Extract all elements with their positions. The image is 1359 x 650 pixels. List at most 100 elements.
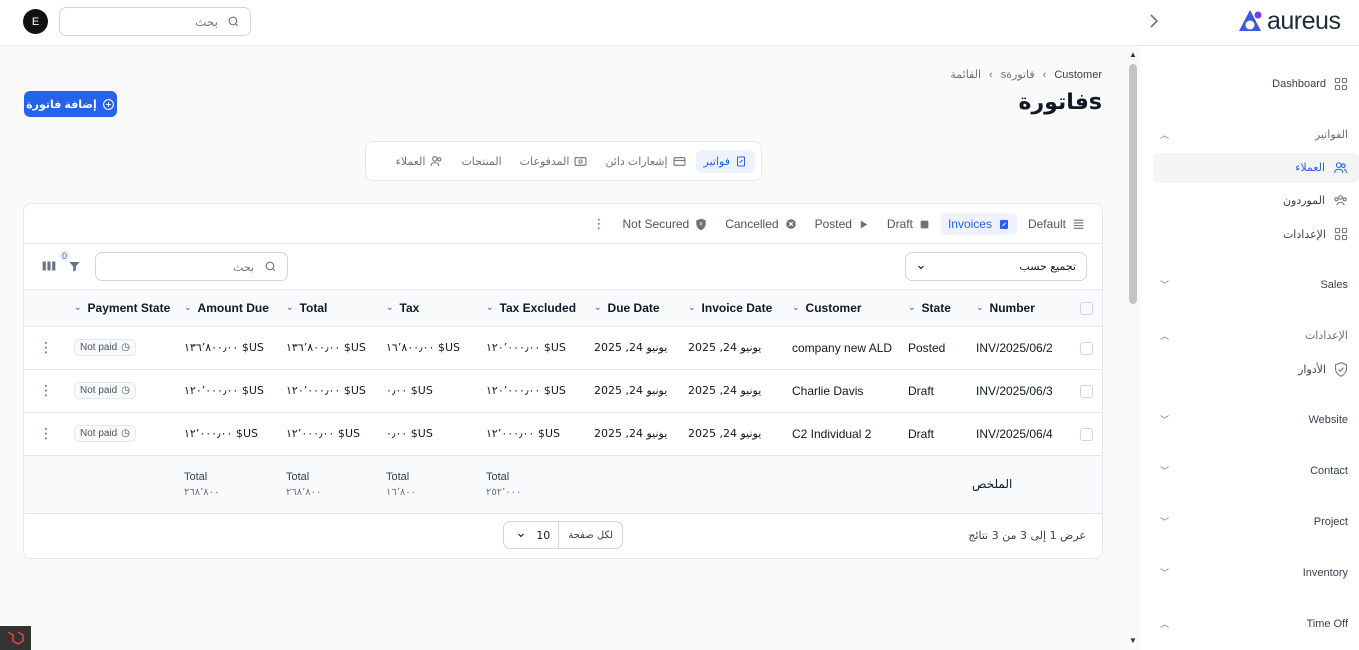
shield-check-icon <box>1335 362 1347 377</box>
tab-invoices[interactable]: فواتير <box>695 149 755 173</box>
sidebar-section-inventory[interactable]: ﹀ Inventory <box>1160 566 1348 579</box>
main-scrollbar[interactable]: ▲ ▼ <box>1126 46 1140 650</box>
chevron-down-icon: ⌄ <box>908 302 916 313</box>
select-all-checkbox[interactable] <box>1079 301 1093 315</box>
row-actions-icon[interactable]: ⋮ <box>39 339 53 355</box>
col-amount-due[interactable]: Amount Due ⌄ <box>178 290 280 327</box>
summary-total-label: Total <box>386 470 410 483</box>
view-tab-default[interactable]: Default <box>1021 213 1092 235</box>
per-page-select[interactable]: لكل صفحة 10 <box>503 521 623 549</box>
more-views-icon[interactable]: ⋮ <box>592 216 605 232</box>
debug-toolbar-icon[interactable] <box>0 626 31 650</box>
sidebar-item-roles[interactable]: الأدوار <box>1298 362 1348 377</box>
row-checkbox[interactable] <box>1079 384 1093 398</box>
sidebar-item-dashboard[interactable]: Dashboard <box>1272 77 1348 91</box>
summary-total-label: Total <box>184 470 208 483</box>
col-number[interactable]: Number ⌄ <box>970 290 1068 327</box>
summary-tax: Total ١٦٬٨٠٠ <box>380 455 480 514</box>
col-total[interactable]: Total ⌄ <box>280 290 380 327</box>
scroll-up-icon[interactable]: ▲ <box>1129 50 1137 59</box>
chevron-up-icon: ︿ <box>1160 130 1170 140</box>
table-row[interactable]: INV/2025/06/4 Draft C2 Individual 2 يوني… <box>24 412 1102 456</box>
row-actions-icon[interactable]: ⋮ <box>39 382 53 398</box>
col-state[interactable]: State ⌄ <box>902 290 970 327</box>
group-by-select[interactable]: تجميع حسب <box>905 252 1087 281</box>
row-checkbox[interactable] <box>1079 427 1093 441</box>
row-checkbox[interactable] <box>1079 341 1093 355</box>
invoice-icon <box>999 219 1008 229</box>
col-customer[interactable]: Customer ⌄ <box>786 290 902 327</box>
main-content: Customer › فاتورةs › القائمة فاتورةs إضا… <box>0 46 1126 650</box>
sidebar-item-vendors[interactable]: الموردون <box>1283 194 1348 207</box>
user-avatar[interactable]: E <box>23 9 48 34</box>
global-search[interactable] <box>59 7 251 36</box>
sidebar: Dashboard ︿ الفواتير العملاء الموردون ال… <box>1140 46 1359 650</box>
breadcrumb-item-invoices[interactable]: فاتورةs <box>1001 68 1035 81</box>
view-tab-posted[interactable]: Posted <box>808 213 876 235</box>
plus-circle-icon <box>102 98 114 110</box>
breadcrumb-item-customer[interactable]: Customer <box>1054 69 1102 81</box>
filter-icon[interactable] <box>68 260 81 273</box>
users-group-icon <box>1334 195 1347 206</box>
col-tax[interactable]: Tax ⌄ <box>380 290 480 327</box>
table-search[interactable] <box>95 252 288 281</box>
col-invoice-date[interactable]: Invoice Date ⌄ <box>682 290 786 327</box>
global-search-input[interactable] <box>68 13 218 31</box>
section-label: Inventory <box>1302 566 1348 579</box>
sidebar-section-invoices[interactable]: ︿ الفواتير <box>1160 128 1348 141</box>
chevron-down-icon: ⌄ <box>792 302 800 313</box>
sidebar-item-label: Dashboard <box>1272 78 1326 90</box>
table-row[interactable]: INV/2025/06/2 Posted company new ALD يون… <box>24 326 1102 370</box>
sidebar-section-time-off[interactable]: ︿ Time Off <box>1160 617 1348 630</box>
credit-card-icon <box>673 156 686 166</box>
sidebar-section-project[interactable]: ﹀ Project <box>1160 515 1348 528</box>
table-row[interactable]: INV/2025/06/3 Draft Charlie Davis يونيو … <box>24 369 1102 413</box>
scroll-thumb[interactable] <box>1129 64 1137 304</box>
tab-customers[interactable]: العملاء <box>388 150 452 173</box>
payment-state-badge: ◷ Not paid <box>74 382 136 399</box>
col-tax-excluded[interactable]: Tax Excluded ⌄ <box>480 290 588 327</box>
table-search-input[interactable] <box>104 258 254 276</box>
chevron-right-icon[interactable] <box>1146 11 1162 31</box>
per-page-value: 10 <box>536 528 551 542</box>
cell-due-date: يونيو 24, 2025 <box>588 412 682 456</box>
chevron-down-icon <box>918 265 924 269</box>
summary-value: ٢٦٨٬٨٠٠ <box>286 486 322 498</box>
col-due-date[interactable]: Due Date ⌄ <box>588 290 682 327</box>
cell-number: INV/2025/06/3 <box>970 369 1068 413</box>
tab-label: إشعارات دائن <box>605 155 668 168</box>
view-tab-not-secured[interactable]: Not Secured <box>615 213 714 235</box>
sidebar-section-contact[interactable]: ﹀ Contact <box>1160 464 1348 477</box>
columns-icon[interactable] <box>42 260 56 272</box>
sidebar-section-website[interactable]: ﹀ Website <box>1160 413 1348 426</box>
sidebar-item-customers[interactable]: العملاء <box>1295 161 1348 174</box>
tab-payments[interactable]: المدفوعات <box>512 150 596 173</box>
add-invoice-button[interactable]: إضافة فاتورة <box>24 91 117 117</box>
view-tab-label: Default <box>1027 217 1066 231</box>
cell-actions: ⋮ <box>24 369 68 413</box>
tab-credit-notes[interactable]: إشعارات دائن <box>597 150 693 173</box>
sidebar-section-settings[interactable]: ︿ الإعدادات <box>1160 329 1348 342</box>
col-payment-state[interactable]: Payment State ⌄ <box>68 290 178 327</box>
cell-total: US$ ١٢٠٬٠٠٠٫٠٠ <box>280 369 380 413</box>
sidebar-item-label: العملاء <box>1295 162 1325 174</box>
row-actions-icon[interactable]: ⋮ <box>39 425 53 441</box>
view-tab-invoices[interactable]: Invoices <box>940 213 1017 235</box>
view-tab-cancelled[interactable]: Cancelled <box>718 213 803 235</box>
tab-products[interactable]: المنتجات <box>453 150 509 173</box>
scroll-down-icon[interactable]: ▼ <box>1129 636 1137 645</box>
results-count: عرض 1 إلى 3 من 3 نتائج <box>968 529 1086 542</box>
cell-payment-state: ◷ Not paid <box>68 369 178 413</box>
sidebar-item-invoice-settings[interactable]: الإعدادات <box>1283 227 1348 241</box>
select-all-cell <box>1068 290 1102 327</box>
app-logo[interactable]: aureus <box>1236 6 1341 36</box>
add-invoice-label: إضافة فاتورة <box>26 98 97 111</box>
chevron-down-icon: ⌄ <box>976 302 984 313</box>
section-label: Website <box>1308 413 1348 426</box>
cell-actions: ⋮ <box>24 326 68 370</box>
summary-spacer <box>1068 455 1102 514</box>
laravel-icon <box>7 631 24 645</box>
view-tab-draft[interactable]: Draft <box>880 213 937 235</box>
sidebar-section-sales[interactable]: ﹀ Sales <box>1160 278 1348 291</box>
summary-spacer <box>68 455 178 514</box>
